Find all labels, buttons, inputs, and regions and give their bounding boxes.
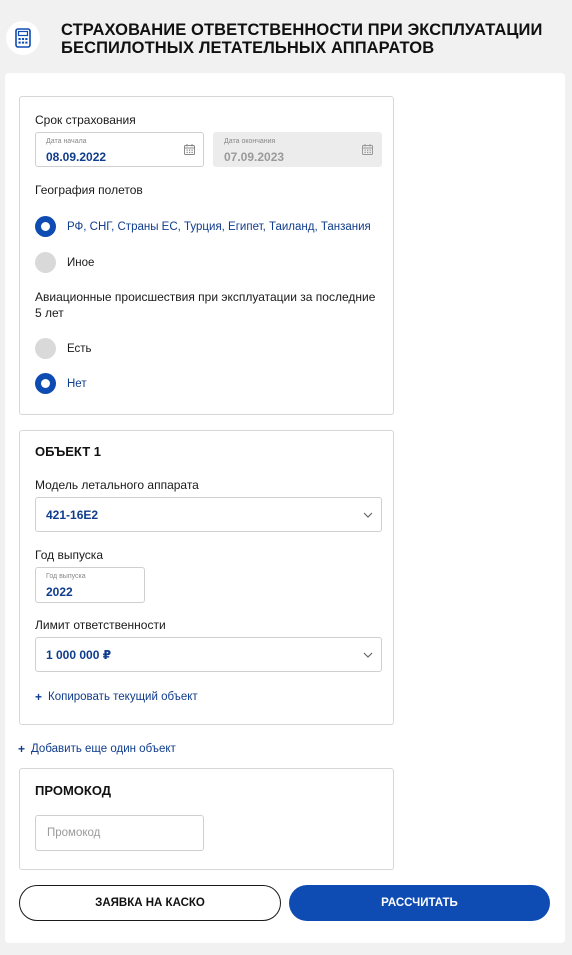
copy-object-label: Копировать текущий объект [48,691,198,703]
year-small-label: Год выпуска [46,573,86,580]
chevron-down-icon[interactable] [363,512,373,518]
insurance-period-label: Срок страхования [35,113,136,127]
geography-option-label: Иное [67,256,95,269]
plus-icon: + [18,742,26,756]
plus-icon: + [35,690,43,704]
end-date-value: 07.09.2023 [224,150,285,164]
incidents-option-yes[interactable]: Есть [35,338,92,359]
copy-object-link[interactable]: + Копировать текущий объект [35,690,198,704]
incidents-option-no[interactable]: Нет [35,373,87,394]
radio-unselected-icon[interactable] [35,338,56,359]
radio-unselected-icon[interactable] [35,252,56,273]
radio-selected-icon[interactable] [35,373,56,394]
end-date-label: Дата окончания [224,138,276,145]
year-label: Год выпуска [35,548,103,562]
start-date-label: Дата начала [46,138,87,145]
year-field[interactable]: Год выпуска 2022 [35,567,145,603]
end-date-field: Дата окончания 07.09.2023 [213,132,382,167]
chevron-down-icon[interactable] [363,652,373,658]
year-value: 2022 [46,585,73,599]
limit-select[interactable]: 1 000 000 ₽ [35,637,382,672]
promo-panel: ПРОМОКОД Промокод [19,768,394,870]
limit-label: Лимит ответственности [35,618,166,632]
promo-title: ПРОМОКОД [35,783,112,798]
incidents-label: Авиационные происшествия при эксплуатаци… [35,290,376,320]
promo-input[interactable]: Промокод [35,815,204,851]
object-title: ОБЪЕКТ 1 [35,444,101,459]
calculator-icon [6,21,40,55]
radio-selected-icon[interactable] [35,216,56,237]
page-title: СТРАХОВАНИЕ ОТВЕТСТВЕННОСТИ ПРИ ЭКСПЛУАТ… [61,21,543,57]
promo-placeholder: Промокод [47,827,101,839]
calendar-icon[interactable] [184,144,195,155]
calculate-button[interactable]: РАССЧИТАТЬ [289,885,550,921]
start-date-field[interactable]: Дата начала 08.09.2022 [35,132,204,167]
add-object-link[interactable]: + Добавить еще один объект [18,742,176,756]
insurance-terms-panel: Срок страхования Дата начала 08.09.2022 … [19,96,394,415]
object-panel: ОБЪЕКТ 1 Модель летального аппарата 421-… [19,430,394,725]
incidents-option-label: Нет [67,377,87,390]
model-select[interactable]: 421-16Е2 [35,497,382,532]
kasko-request-button[interactable]: ЗАЯВКА НА КАСКО [19,885,281,921]
incidents-option-label: Есть [67,342,92,355]
geography-option-label: РФ, СНГ, Страны ЕС, Турция, Египет, Таил… [67,220,371,233]
start-date-value: 08.09.2022 [46,150,107,164]
limit-value: 1 000 000 ₽ [46,647,112,662]
geography-option-rf[interactable]: РФ, СНГ, Страны ЕС, Турция, Египет, Таил… [35,216,371,237]
model-value: 421-16Е2 [46,507,99,522]
model-label: Модель летального аппарата [35,478,199,492]
calendar-icon [362,144,373,155]
add-object-label: Добавить еще один объект [31,743,176,755]
geography-label: География полетов [35,183,143,197]
geography-option-other[interactable]: Иное [35,252,94,273]
